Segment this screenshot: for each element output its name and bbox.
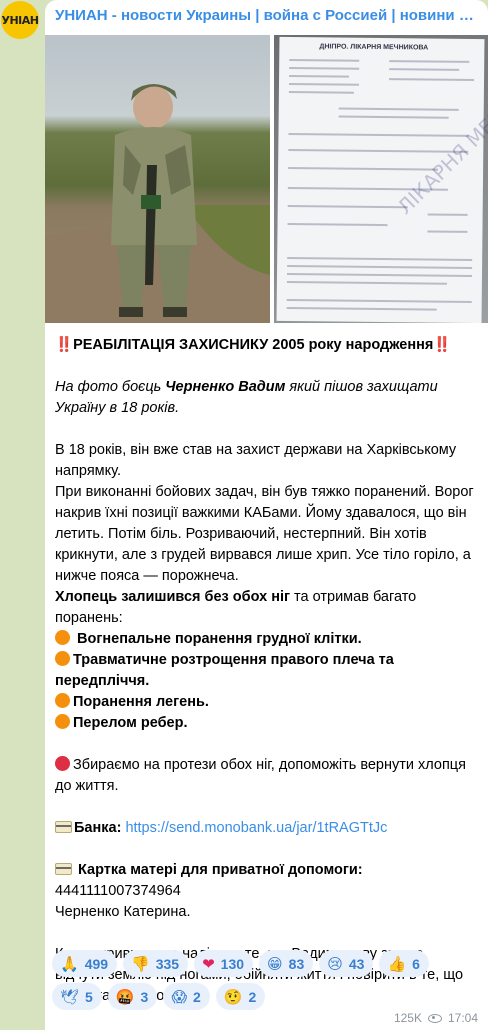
message-time: 17:04: [447, 1011, 478, 1025]
bank-link[interactable]: https://send.monobank.ua/jar/1tRAGTtJc: [125, 820, 387, 836]
post-story-continued: При виконанні бойових задач, він був тяж…: [55, 484, 474, 584]
reaction-cry[interactable]: 😢 43: [319, 950, 374, 977]
post-headline: ‼️РЕАБІЛІТАЦІЯ ЗАХИСНИКУ 2005 року народ…: [55, 337, 452, 353]
post-appeal: Збираємо на протези обох ніг, допоможіть…: [55, 756, 466, 794]
post-intro: На фото боєць Черненко Вадим який пішов …: [55, 379, 438, 416]
orange-circle-icon: [55, 651, 70, 666]
message-meta: 125K 17:04: [394, 1011, 478, 1025]
document-header: ДНІПРО. ЛІКАРНЯ МЕЧНИКОВА: [319, 43, 429, 52]
bank-line: Банка: https://send.monobank.ua/jar/1tRA…: [55, 818, 475, 839]
orange-circle-icon: [55, 630, 70, 645]
post-story: В 18 років, він вже став на захист держа…: [55, 442, 457, 479]
medical-document-photo[interactable]: ДНІПРО. ЛІКАРНЯ МЕЧНИКОВА ЛІКАРНЯ МЕЧНИК…: [274, 35, 488, 323]
injury-item: Поранення легень.: [55, 692, 475, 713]
soldier-photo[interactable]: [45, 35, 270, 323]
avatar-text: УНІАН: [1, 13, 40, 27]
pray-icon: 🙏: [60, 954, 79, 973]
reactions-bar: 🙏 499 👎 335 ❤ 130 😁 83 😢 43 👍 6 🕊 5 🤬 3 😱 2 🤨 2: [52, 950, 482, 1010]
eye-icon: [427, 1013, 442, 1023]
reaction-pray[interactable]: 🙏 499: [52, 950, 118, 977]
reaction-heart[interactable]: ❤ 130: [194, 950, 254, 977]
reaction-angry[interactable]: 🤬 3: [107, 983, 158, 1010]
message-bubble: УНИАН - новости Украины | война с Россие…: [45, 0, 488, 1030]
card-number[interactable]: 4441111007374964: [55, 883, 181, 899]
thumbs-up-icon: 👍: [387, 954, 407, 973]
cry-icon: 😢: [327, 954, 343, 973]
heart-icon: ❤: [202, 954, 215, 973]
red-circle-icon: [55, 756, 70, 771]
injury-item: Травматичне розтрощення правого плеча та…: [55, 651, 394, 689]
soldier-name: Черненко Вадим: [165, 379, 286, 395]
document-sheet: ДНІПРО. ЛІКАРНЯ МЕЧНИКОВА ЛІКАРНЯ МЕЧНИК…: [276, 36, 488, 323]
angry-icon: 🤬: [115, 987, 135, 1006]
channel-avatar[interactable]: УНІАН: [1, 1, 39, 39]
reaction-thumbs-down[interactable]: 👎 335: [123, 950, 189, 977]
view-count: 125K: [393, 1011, 422, 1025]
post-text: ‼️РЕАБІЛІТАЦІЯ ЗАХИСНИКУ 2005 року народ…: [55, 335, 475, 1028]
thumbs-down-icon: 👎: [131, 954, 150, 973]
reaction-raised-eyebrow[interactable]: 🤨 2: [215, 983, 266, 1010]
raised-eyebrow-icon: 🤨: [223, 987, 243, 1006]
reaction-grin[interactable]: 😁 83: [259, 950, 314, 977]
credit-card-icon: [55, 821, 72, 833]
orange-circle-icon: [55, 693, 70, 708]
channel-title[interactable]: УНИАН - новости Украины | война с Россие…: [55, 7, 480, 24]
injury-item: Перелом ребер.: [55, 713, 475, 734]
reaction-scream[interactable]: 😱 2: [163, 983, 210, 1010]
orange-circle-icon: [55, 714, 70, 729]
soldier-illustration: [45, 84, 270, 323]
credit-card-icon: [55, 863, 72, 875]
scream-icon: 😱: [171, 987, 187, 1006]
reaction-dove[interactable]: 🕊 5: [52, 983, 102, 1010]
injury-item: Вогнепальне поранення грудної клітки.: [55, 629, 475, 650]
card-line: Картка матері для приватної допомоги: 44…: [55, 862, 363, 920]
reaction-thumbs-up[interactable]: 👍 6: [379, 950, 429, 977]
post-injuries-intro: Хлопець залишився без обох ніг та отрима…: [55, 589, 417, 626]
media-album: ДНІПРО. ЛІКАРНЯ МЕЧНИКОВА ЛІКАРНЯ МЕЧНИК…: [45, 35, 488, 323]
dove-icon: 🕊: [60, 987, 80, 1006]
grin-icon: 😁: [267, 954, 283, 973]
